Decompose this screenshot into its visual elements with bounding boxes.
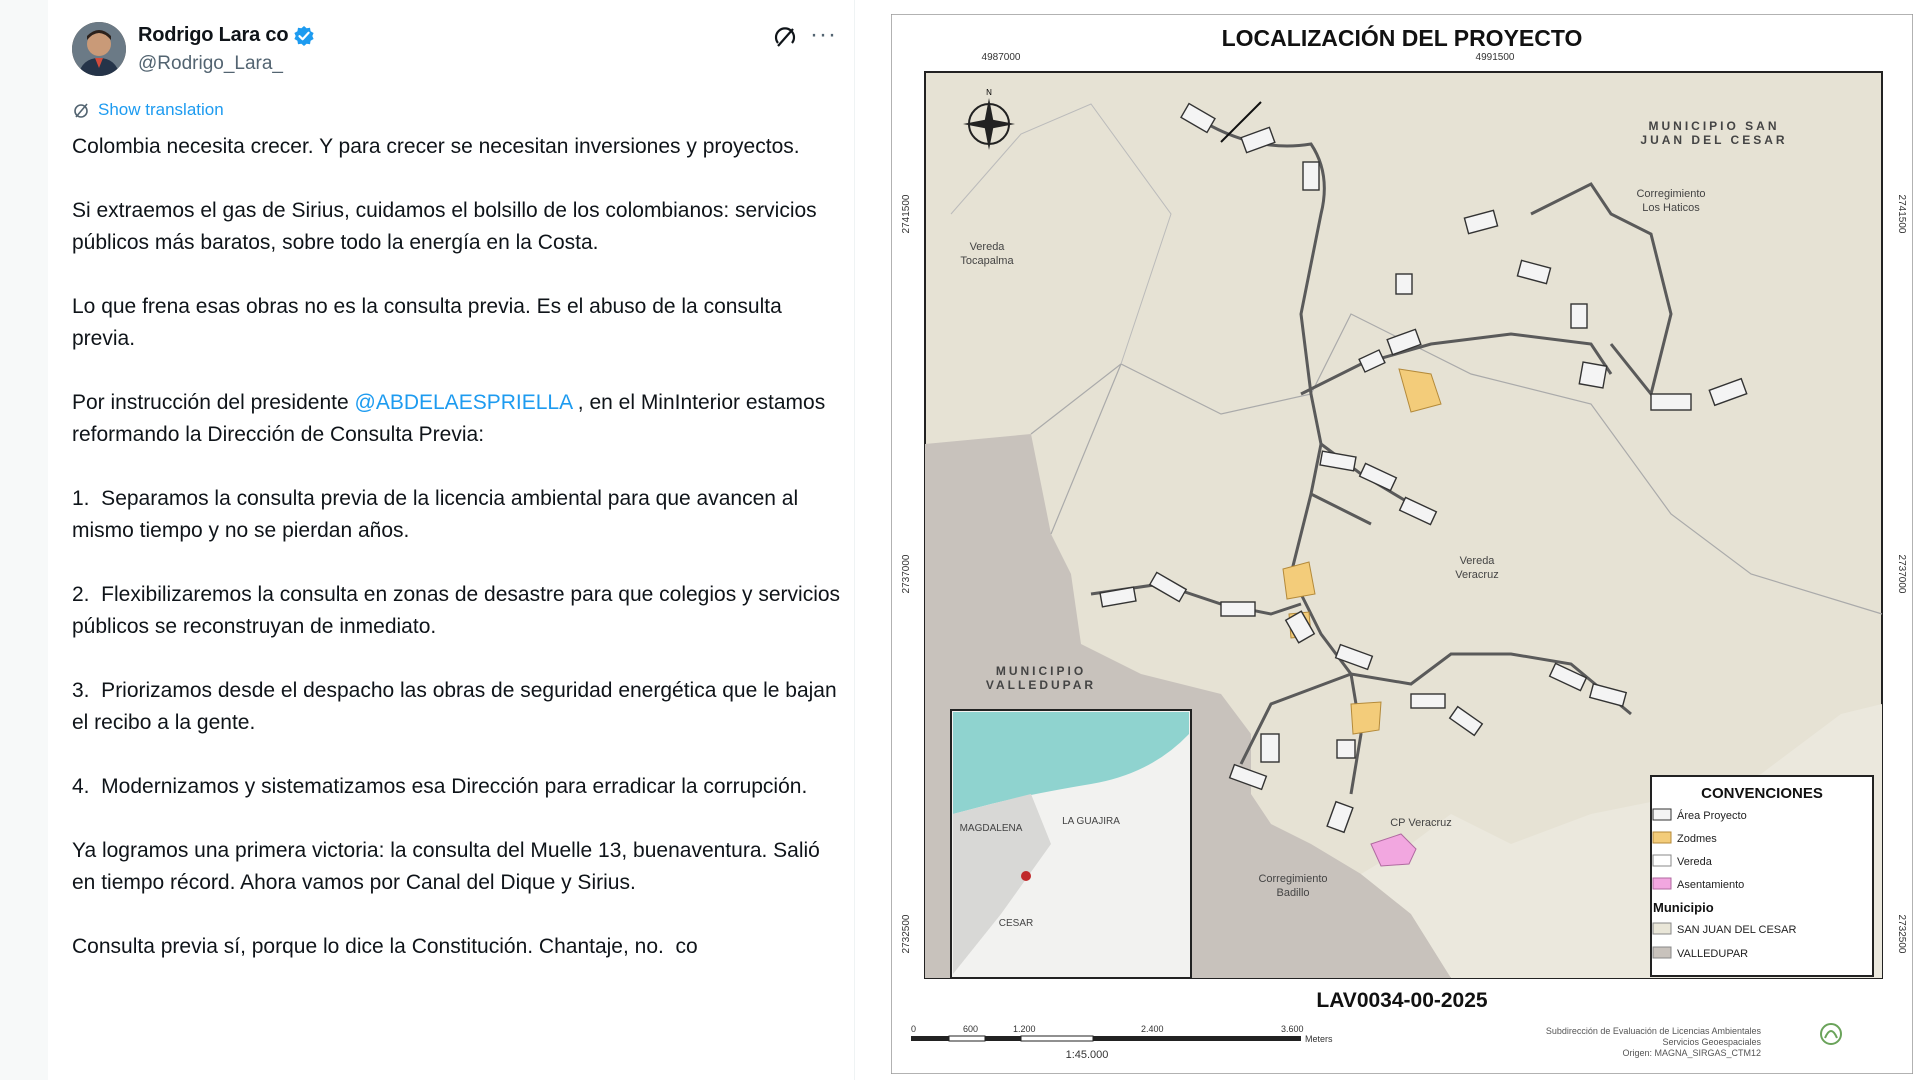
label-municipio-sj-2: JUAN DEL CESAR [1640,133,1787,147]
coord-right-mid: 2737000 [1896,555,1907,594]
credit-line-3: Origen: MAGNA_SIRGAS_CTM12 [1622,1048,1761,1058]
legend-mun-valle: VALLEDUPAR [1677,948,1748,960]
translate-icon [74,103,88,118]
verified-badge-icon [294,25,314,46]
tweet-panel: Rodrigo Lara co @Rodrigo_Lara_ ··· Show … [48,0,855,1080]
coord-left-mid: 2737000 [901,554,912,593]
tweet-paragraph: Lo que frena esas obras no es la consult… [72,295,788,350]
label-vereda-toca-1: Vereda [970,241,1006,253]
legend-item-vereda: Vereda [1677,856,1713,868]
label-cp-veracruz: CP Veracruz [1390,817,1452,829]
project-location-map[interactable]: LOCALIZACIÓN DEL PROYECTO 4987000 499150… [891,14,1913,1074]
credit-line-1: Subdirección de Evaluación de Licencias … [1546,1026,1762,1036]
label-vereda-vera-1: Vereda [1460,555,1496,567]
legend-item-asentamiento: Asentamiento [1677,879,1744,891]
scale-tick-0: 0 [911,1024,916,1034]
map-legend: CONVENCIONES Área Proyecto Zodmes Vereda… [1650,775,1874,977]
tweet-list-item: 1. Separamos la consulta previa de la li… [72,487,804,542]
scale-unit: Meters [1305,1034,1333,1044]
avatar[interactable] [72,22,126,76]
grok-icon[interactable] [772,24,798,50]
credit-line-2: Servicios Geoespaciales [1662,1037,1761,1047]
coord-top-right: 4991500 [1476,52,1515,63]
tweet-paragraph: Ya logramos una primera victoria: la con… [72,839,826,894]
more-options-icon[interactable]: ··· [810,23,837,47]
inset-label-la-guajira: LA GUAJIRA [1062,816,1120,827]
scale-tick-2400: 2.400 [1141,1024,1164,1034]
show-translation-label: Show translation [98,100,224,119]
label-corr-haticos-1: Corregimiento [1636,188,1705,200]
mention-link[interactable]: @ABDELAESPRIELLA [355,391,572,414]
label-mun-valle-1: MUNICIPIO [996,664,1086,678]
map-title: LOCALIZACIÓN DEL PROYECTO [1222,24,1583,51]
legend-title: CONVENCIONES [1701,785,1823,802]
map-code: LAV0034-00-2025 [1316,989,1488,1012]
inset-label-cesar: CESAR [999,918,1033,929]
legend-item-zodmes: Zodmes [1677,833,1717,845]
author-name[interactable]: Rodrigo Lara co [138,24,289,47]
label-vereda-toca-2: Tocapalma [960,255,1014,267]
label-corr-badillo-1: Corregimiento [1258,873,1327,885]
coord-right-bot: 2732500 [1896,915,1907,954]
coord-left-top: 2741500 [901,194,912,233]
tweet-paragraph: Consulta previa sí, porque lo dice la Co… [72,935,698,958]
left-gutter [0,0,49,1080]
tweet-paragraph: Colombia necesita crecer. Y para crecer … [72,135,800,158]
label-corr-haticos-2: Los Haticos [1642,202,1700,214]
scale-ratio: 1:45.000 [1066,1049,1109,1061]
show-translation-link[interactable]: Show translation [72,100,224,120]
tweet-list-item: 3. Priorizamos desde el despacho las obr… [72,679,843,734]
tweet-paragraph: Si extraemos el gas de Sirius, cuidamos … [72,199,823,254]
scale-tick-3600: 3.600 [1281,1024,1304,1034]
tweet-list-item: 4. Modernizamos y sistematizamos esa Dir… [72,775,808,798]
label-mun-valle-2: VALLEDUPAR [986,678,1096,692]
label-vereda-vera-2: Veracruz [1455,569,1498,581]
label-corr-badillo-2: Badillo [1276,887,1309,899]
coord-right-top: 2741500 [1896,195,1907,234]
mention-prefix: Por instrucción del presidente [72,391,355,414]
author-handle[interactable]: @Rodrigo_Lara_ [138,53,283,75]
inset-map: MAGDALENA LA GUAJIRA CESAR [950,709,1192,979]
coord-left-bot: 2732500 [901,914,912,953]
scale-tick-1200: 1.200 [1013,1024,1036,1034]
svg-text:N: N [986,88,992,97]
label-municipio-sj-1: MUNICIPIO SAN [1648,119,1779,133]
tweet-text: Colombia necesita crecer. Y para crecer … [72,131,842,995]
scale-tick-600: 600 [963,1024,978,1034]
legend-item-area: Área Proyecto [1677,809,1747,822]
coord-top-left: 4987000 [982,52,1021,63]
tweet-list-item: 2. Flexibilizaremos la consulta en zonas… [72,583,846,638]
legend-mun-sj: SAN JUAN DEL CESAR [1677,924,1796,936]
tweet-media[interactable]: LOCALIZACIÓN DEL PROYECTO 4987000 499150… [855,0,1920,1080]
legend-municipio: Municipio [1653,900,1714,915]
tweet-paragraph-mention: Por instrucción del presidente @ABDELAES… [72,387,842,451]
inset-label-magdalena: MAGDALENA [960,823,1023,834]
